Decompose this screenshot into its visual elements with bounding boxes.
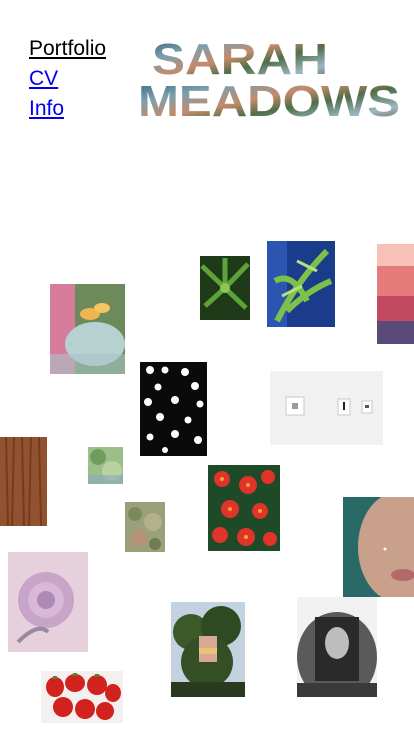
pink-sea-image	[377, 244, 414, 344]
red-flowers-image	[208, 465, 280, 551]
small-green-image	[88, 447, 123, 484]
strawberries-image	[41, 671, 123, 723]
grey-rock-photo[interactable]	[297, 597, 377, 697]
hand-with-flower-image	[50, 284, 125, 374]
moss-photo[interactable]	[125, 502, 165, 552]
site-logo[interactable]: SARAH MEADOWS	[136, 34, 402, 120]
nav-cv-link[interactable]: CV	[29, 64, 106, 94]
hand-with-flower-photo[interactable]	[50, 284, 125, 374]
tree-sunset-image	[171, 602, 245, 697]
pink-sea-photo[interactable]	[377, 244, 414, 344]
blue-leaves-image	[267, 241, 335, 327]
main-nav: Portfolio CV Info	[29, 34, 106, 124]
gallery-wall-image	[270, 371, 383, 445]
green-leaves-image	[200, 256, 250, 320]
strawberries-photo[interactable]	[41, 671, 123, 723]
tree-sunset-photo[interactable]	[171, 602, 245, 697]
nav-info-link[interactable]: Info	[29, 94, 106, 124]
light-dots-photo[interactable]	[140, 362, 207, 456]
moss-image	[125, 502, 165, 552]
wood-grain-photo[interactable]	[0, 437, 47, 526]
logo-line-2: MEADOWS	[138, 77, 400, 120]
face-closeup-image	[343, 497, 414, 597]
nav-portfolio-link[interactable]: Portfolio	[29, 34, 106, 64]
pink-rose-photo[interactable]	[8, 552, 88, 652]
wood-grain-image	[0, 437, 47, 526]
light-dots-image	[140, 362, 207, 456]
blue-leaves-photo[interactable]	[267, 241, 335, 327]
face-closeup-photo[interactable]	[343, 497, 414, 597]
red-flowers-photo[interactable]	[208, 465, 280, 551]
green-leaves-photo[interactable]	[200, 256, 250, 320]
small-green-photo[interactable]	[88, 447, 123, 484]
grey-rock-image	[297, 597, 377, 697]
gallery-wall-photo[interactable]	[270, 371, 383, 445]
pink-rose-image	[8, 552, 88, 652]
